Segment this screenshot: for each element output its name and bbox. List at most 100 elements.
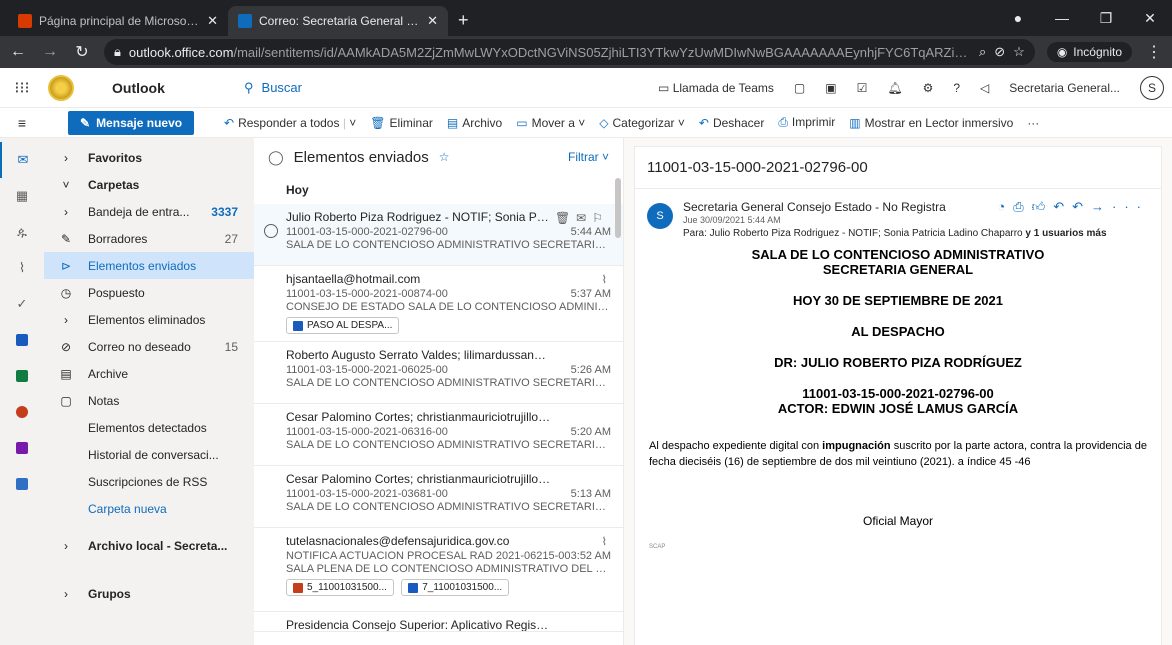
flag-icon[interactable]: ⚐ — [592, 211, 609, 225]
calendar-icon[interactable]: ▦ — [0, 178, 44, 214]
list-item[interactable]: Roberto Augusto Serrato Valdes; lilimard… — [254, 342, 623, 404]
onenote-icon[interactable] — [0, 430, 44, 466]
back-button[interactable]: ← — [8, 43, 28, 61]
new-message-button[interactable]: ✎ Mensaje nuevo — [68, 110, 195, 135]
select-radio[interactable] — [264, 224, 278, 238]
attachment-chip[interactable]: 5_11001031500... — [286, 579, 394, 596]
minimize-button[interactable]: — — [1040, 10, 1084, 26]
trash-icon[interactable]: 🗑︎ — [555, 211, 576, 225]
sender-avatar[interactable]: S — [647, 203, 673, 229]
folder-notes[interactable]: Notas — [88, 387, 254, 414]
sender-name[interactable]: Secretaria General Consejo Estado - No R… — [683, 200, 946, 214]
archive-button[interactable]: ▤ Archivo — [447, 116, 502, 130]
reply-all-icon[interactable]: ↶ — [1072, 199, 1091, 214]
chevron-right-icon[interactable]: › — [44, 306, 88, 333]
browser-tab-office[interactable]: Página principal de Microsoft Off ✕ — [8, 6, 228, 36]
folder-junk[interactable]: Correo no deseado 15 — [88, 333, 254, 360]
search-box[interactable]: ⚲ Buscar — [232, 80, 552, 96]
list-item[interactable]: Cesar Palomino Cortes; christianmauricio… — [254, 404, 623, 466]
hamburger-menu-icon[interactable]: ≡ — [0, 115, 44, 131]
list-item[interactable]: tutelasnacionales@defensajuridica.gov.co… — [254, 528, 623, 612]
folder-inbox[interactable]: Bandeja de entra... 3337 — [88, 198, 254, 225]
folder-conversation-history[interactable]: Historial de conversaci... — [88, 441, 254, 468]
mail-icon[interactable]: ✉ — [0, 142, 44, 178]
immersive-reader-button[interactable]: ▥ Mostrar en Lector inmersivo — [849, 116, 1013, 130]
list-item[interactable]: Cesar Palomino Cortes; christianmauricio… — [254, 466, 623, 528]
zoom-icon[interactable]: ⌕ — [979, 44, 986, 60]
address-bar[interactable]: 🔒︎ outlook.office.com/mail/sentitems/id/… — [104, 39, 1035, 65]
move-to-button[interactable]: ▭ Mover a ˅ — [516, 116, 585, 130]
feedback-icon[interactable]: ◁ — [980, 81, 989, 95]
envelope-icon[interactable]: ✉ — [576, 211, 592, 225]
reload-button[interactable]: ↻ — [72, 42, 92, 62]
categorize-button[interactable]: ◇ Categorizar ˅ — [599, 116, 685, 130]
print-button[interactable]: ⎙ Imprimir — [778, 115, 835, 130]
help-icon[interactable]: ? — [953, 81, 960, 95]
close-tab-icon[interactable]: ✕ — [427, 13, 438, 29]
select-all-check-icon[interactable]: ◯ — [268, 149, 284, 166]
attachment-chip[interactable]: 7_11001031500... — [401, 579, 510, 596]
reply-icon[interactable]: ↶ — [1053, 199, 1072, 214]
folder-deleted[interactable]: Elementos eliminados — [88, 306, 254, 333]
folder-rss[interactable]: Suscripciones de RSS — [88, 468, 254, 495]
powerpoint-icon[interactable] — [0, 394, 44, 430]
settings-gear-icon[interactable]: ⚙ — [923, 81, 934, 95]
filter-button[interactable]: Filtrar ˅ — [568, 150, 609, 164]
printer-icon[interactable]: ⎙ — [1013, 199, 1031, 214]
more-icon[interactable]: ··· — [1112, 199, 1149, 214]
forward-icon[interactable]: → — [1091, 199, 1112, 214]
bell-icon[interactable]: 🔔︎ — [887, 81, 902, 95]
incognito-badge[interactable]: ◉ Incógnito — [1046, 42, 1132, 62]
folder-carpetas[interactable]: Carpetas — [88, 171, 254, 198]
close-window-button[interactable]: ✕ — [1128, 10, 1172, 27]
more-recipients-link[interactable]: y 1 usuarios más — [1023, 228, 1106, 239]
tracking-icon[interactable]: ⊘ — [994, 44, 1005, 60]
bookmark-star-icon[interactable]: ☆ — [1013, 44, 1025, 60]
app-name[interactable]: Outlook — [112, 80, 232, 96]
attachment-chip[interactable]: PASO AL DESPA... — [286, 317, 400, 334]
more-commands-button[interactable]: ··· — [1027, 116, 1039, 130]
sticker-icon[interactable]: ◔ — [997, 199, 1013, 214]
office-app-icon[interactable]: ▣ — [825, 81, 836, 95]
folder-groups[interactable]: Grupos — [88, 570, 254, 618]
restore-button[interactable]: ❐ — [1084, 10, 1128, 27]
chevron-right-icon[interactable]: › — [44, 570, 88, 618]
folder-snoozed[interactable]: Pospuesto — [88, 279, 254, 306]
attachment-icon[interactable]: ⌇ — [0, 250, 44, 286]
people-icon[interactable]: ዹ — [0, 214, 44, 250]
favorite-star-icon[interactable]: ☆ — [439, 150, 450, 164]
delete-button[interactable]: 🗑︎ Eliminar — [370, 116, 433, 130]
list-item[interactable]: Julio Roberto Piza Rodriguez - NOTIF; So… — [254, 204, 623, 266]
folder-detected[interactable]: Elementos detectados — [88, 414, 254, 441]
like-icon[interactable]: 👍︎ — [1032, 199, 1054, 214]
folder-local-archive[interactable]: Archivo local - Secreta... — [88, 522, 254, 570]
excel-icon[interactable] — [0, 358, 44, 394]
account-name[interactable]: Secretaria General... — [1009, 81, 1120, 95]
list-item[interactable]: hjsantaella@hotmail.com ⌇ 11001-03-15-00… — [254, 266, 623, 342]
new-tab-button[interactable]: + — [448, 6, 479, 36]
chat-icon[interactable]: ▢ — [794, 81, 805, 95]
teams-call-button[interactable]: ▭ Llamada de Teams — [658, 81, 774, 95]
browser-tab-outlook[interactable]: Correo: Secretaria General Conse ✕ — [228, 6, 448, 36]
list-scrollbar[interactable] — [615, 178, 621, 238]
folder-sent[interactable]: Elementos enviados — [88, 252, 254, 279]
todo-check-icon[interactable]: ✓ — [0, 286, 44, 322]
folder-favoritos[interactable]: Favoritos — [88, 144, 254, 171]
account-avatar[interactable]: S — [1140, 75, 1164, 100]
close-tab-icon[interactable]: ✕ — [207, 13, 218, 29]
reply-all-button[interactable]: ↶ Responder a todos | ˅ — [224, 116, 356, 130]
teams-app-icon[interactable] — [0, 466, 44, 502]
list-item[interactable]: Presidencia Consejo Superior: Aplicativo… — [254, 612, 623, 632]
todo-icon[interactable]: ☑ — [857, 81, 868, 95]
word-icon[interactable] — [0, 322, 44, 358]
chevron-right-icon[interactable]: › — [44, 144, 88, 171]
folder-archive[interactable]: Archive — [88, 360, 254, 387]
chevron-right-icon[interactable]: › — [44, 522, 88, 570]
app-launcher-icon[interactable]: ⁝⁝⁝ — [0, 78, 44, 98]
chevron-down-icon[interactable]: ˅ — [44, 171, 88, 198]
forward-button[interactable]: → — [40, 43, 60, 61]
chevron-right-icon[interactable]: › — [44, 198, 88, 225]
new-folder-link[interactable]: Carpeta nueva — [88, 495, 254, 522]
undo-button[interactable]: ↶ Deshacer — [699, 116, 764, 130]
chevron-down-icon[interactable]: ˅ — [349, 116, 356, 130]
